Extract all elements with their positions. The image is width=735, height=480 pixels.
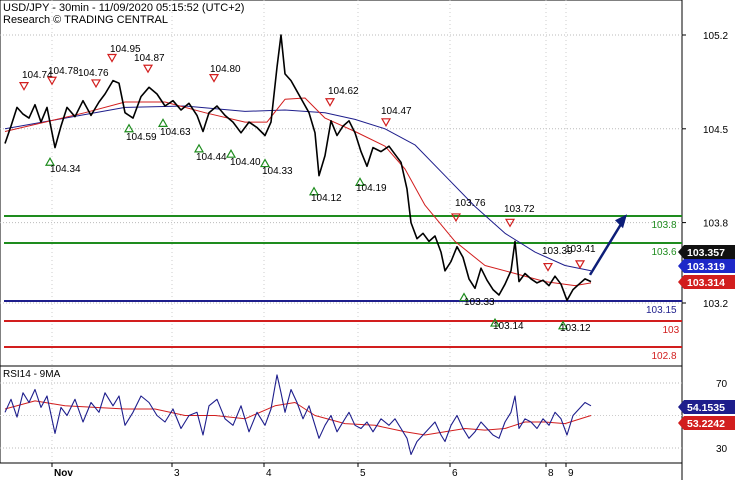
chart-canvas: 103.2 103.8 104.5 105.2 30 70 Nov 3 4 5 6 8 9 103.8 10… (0, 0, 735, 480)
y-tick-label-rsi: 70 (716, 379, 728, 390)
price-label: 104.12 (311, 193, 342, 204)
chart-source: Research © TRADING CENTRAL (3, 14, 168, 26)
price-tag-pointer-icon (678, 245, 684, 259)
price-label: 104.44 (196, 152, 227, 163)
marker-high-icon (324, 98, 336, 107)
x-tick-label: 6 (452, 468, 458, 479)
rsi-title: RSI14 - 9MA (3, 369, 61, 380)
marker-high-icon (142, 64, 154, 74)
chart-title: USD/JPY - 30min - 11/09/2020 05:15:52 (U… (3, 2, 245, 14)
price-label: 104.62 (328, 86, 359, 97)
price-tag-pointer-icon (678, 275, 684, 289)
price-label: 103.76 (455, 198, 486, 209)
y-tick-label-main: 105.2 (703, 31, 728, 42)
series-rsi (4, 374, 592, 456)
level-label: 103.15 (646, 305, 677, 316)
x-tick-label: 9 (568, 468, 574, 479)
price-label: 104.59 (126, 132, 157, 143)
marker-high-icon (208, 74, 220, 83)
marker-high-icon (90, 79, 102, 89)
marker-high-icon (542, 262, 554, 272)
rsi-tag-pointer-icon (678, 416, 684, 430)
series-ma-blue (4, 105, 592, 272)
price-label: 104.33 (262, 166, 293, 177)
x-tick-label: 3 (174, 468, 180, 479)
price-tag-label: 103.319 (687, 261, 725, 273)
marker-high-icon (106, 53, 118, 63)
price-label: 104.78 (48, 66, 79, 77)
price-label: 104.40 (230, 157, 261, 168)
price-label: 104.87 (134, 53, 165, 64)
price-label: 104.76 (78, 68, 109, 79)
y-tick-label-main: 103.2 (703, 299, 728, 310)
x-tick-label: Nov (54, 468, 73, 479)
price-label: 104.19 (356, 183, 387, 194)
price-label: 104.34 (50, 164, 81, 175)
marker-low-icon (157, 118, 169, 127)
y-tick-label-rsi: 30 (716, 444, 728, 455)
x-tick-label: 5 (360, 468, 366, 479)
rsi-tag-label: 54.1535 (687, 402, 725, 414)
marker-low-icon (123, 123, 135, 133)
level-label: 103.6 (652, 247, 677, 258)
price-label: 103.72 (504, 204, 535, 215)
y-tick-label-main: 104.5 (703, 125, 728, 136)
price-tag-pointer-icon (678, 259, 684, 273)
y-tick-label-main: 103.8 (703, 219, 728, 230)
price-label: 104.47 (381, 106, 412, 117)
price-label: 103.12 (560, 323, 591, 334)
rsi-tag-pointer-icon (678, 400, 684, 414)
x-tick-label: 4 (266, 468, 272, 479)
marker-low-icon (193, 143, 205, 153)
main-panel-frame (0, 0, 683, 367)
x-tick-label: 8 (548, 468, 554, 479)
price-label: 104.80 (210, 64, 241, 75)
marker-high-icon (18, 82, 30, 91)
marker-high-icon (380, 118, 392, 128)
price-label: 103.41 (565, 244, 596, 255)
price-tag-label: 103.314 (687, 277, 725, 289)
marker-high-icon (574, 260, 586, 270)
price-label: 104.63 (160, 127, 191, 138)
level-label: 103 (663, 325, 680, 336)
price-label: 103.33 (464, 297, 495, 308)
price-tag-label: 103.357 (687, 247, 725, 259)
rsi-tag-label: 53.2242 (687, 418, 725, 430)
level-label: 103.8 (652, 220, 677, 231)
price-label: 103.14 (493, 321, 524, 332)
level-label: 102.8 (652, 351, 677, 362)
series-ma-red (4, 97, 592, 287)
